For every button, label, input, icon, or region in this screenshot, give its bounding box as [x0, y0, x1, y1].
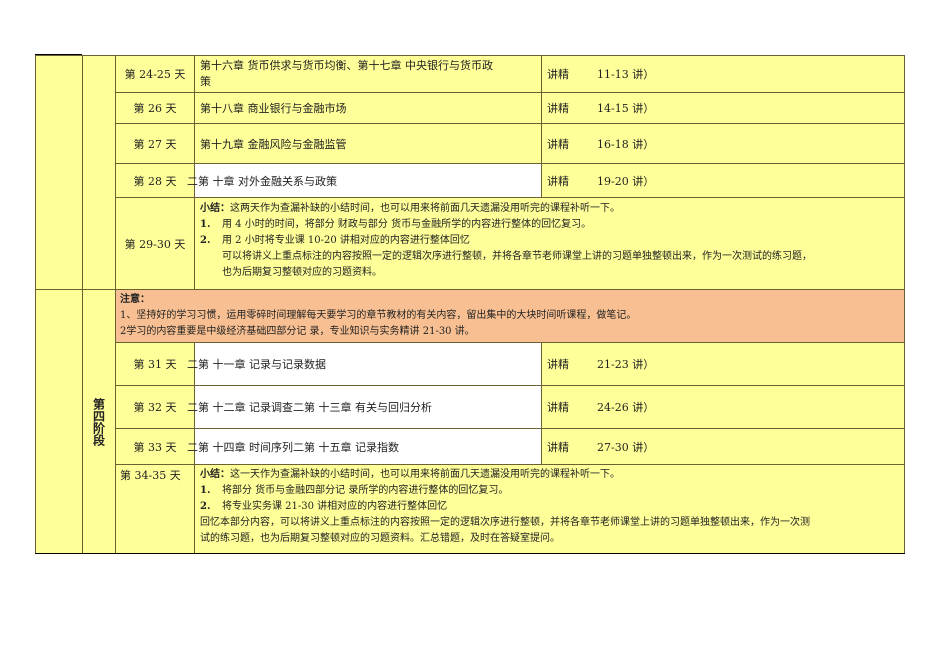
note-line: 1、坚持好的学习习惯，运用零碎时间理解每天要学习的章节教材的有关内容，留出集中的… — [120, 310, 637, 321]
topic-cell: 第十八章 商业银行与金融市场 — [194, 92, 542, 124]
summary-item: 将部分 货币与金融四部分记 录所学的内容进行整体的回忆复习。 — [222, 485, 509, 496]
stage-cell-upper — [35, 55, 83, 290]
summary-item: 将专业实务课 21-30 讲相对应的内容进行整体回忆 — [222, 501, 448, 512]
topic-text: 策 — [200, 75, 211, 88]
note-line: 2学习的内容重要是中级经济基础四部分记 录，专业知识与实务精讲 21-30 讲。 — [120, 326, 475, 337]
topic-cell: 第十六章 货币供求与货币均衡、第十七章 中央银行与货币政策 — [194, 55, 542, 93]
topic-text: 第十六章 货币供求与货币均衡、第十七章 中央银行与货币政 — [200, 59, 493, 72]
lecture-range: 16-18 讲） — [597, 137, 655, 151]
summary-detail: 试的练习题，也为后期复习整顿对应的习题资料。汇总错题，及时在答疑室提问。 — [200, 533, 560, 544]
summary-label: 小结： — [200, 469, 230, 480]
summary-label: 小结： — [200, 203, 230, 214]
lecture-label: 讲精 — [547, 68, 569, 81]
lecture-label: 讲精 — [547, 137, 569, 151]
topic-cell: 二第 十二章 记录调查二第 十三章 有关与回归分析 — [180, 385, 542, 429]
summary-cell: 小结：这两天作为查漏补缺的小结时间，也可以用来将前面几天遗漏没用听完的课程补听一… — [194, 197, 905, 290]
lecture-label: 讲精 — [547, 358, 569, 371]
lecture-cell: 讲精 19-20 讲） — [541, 163, 905, 198]
day-cell: 第 24-25 天 — [115, 55, 195, 93]
lecture-range: 14-15 讲） — [597, 102, 655, 115]
day-cell: 第 29-30 天 — [115, 197, 195, 290]
summary-intro: 这两天作为查漏补缺的小结时间，也可以用来将前面几天遗漏没用听完的课程补听一下。 — [230, 203, 620, 214]
lecture-label: 讲精 — [547, 174, 569, 188]
stage-label: 第四阶段 — [82, 289, 116, 554]
lecture-cell: 讲精 21-23 讲） — [541, 342, 905, 386]
topic-cell: 二第 十四章 时间序列二第 十五章 记录指数 — [180, 428, 542, 465]
lecture-cell: 讲精 27-30 讲） — [541, 428, 905, 465]
topic-cell: 第十九章 金融风险与金融监管 — [194, 123, 542, 164]
lecture-label: 讲精 — [547, 401, 569, 414]
lecture-cell: 讲精 24-26 讲） — [541, 385, 905, 429]
item-number: 2. — [200, 235, 211, 246]
item-number: 2. — [200, 501, 211, 512]
item-number: 1. — [200, 219, 211, 230]
lecture-range: 27-30 讲） — [597, 440, 655, 454]
document-page: { "rows":[ {"day":"第 24-25 天","topic_lin… — [0, 0, 950, 672]
day-cell: 第 27 天 — [115, 123, 195, 164]
summary-detail: 可以将讲义上重点标注的内容按照一定的逻辑次序进行整顿，并将各章节老师课堂上讲的习… — [222, 251, 812, 262]
summary-intro: 这一天作为查漏补缺的小结时间，也可以用来将前面几天遗漏没用听完的课程补听一下。 — [230, 469, 620, 480]
lecture-range: 19-20 讲） — [597, 174, 655, 188]
stage-cell-lower — [35, 289, 83, 554]
lecture-range: 24-26 讲） — [597, 401, 655, 414]
stage-subcell-upper — [82, 55, 116, 290]
summary-item: 用 2 小时将专业课 10-20 讲相对应的内容进行整体回忆 — [222, 235, 470, 246]
bottom-border — [35, 553, 905, 554]
lecture-cell: 讲精 16-18 讲） — [541, 123, 905, 164]
summary-detail: 也为后期复习整顿对应的习题资料。 — [222, 267, 382, 278]
lecture-range: 11-13 讲） — [597, 68, 655, 81]
lecture-cell: 讲精 14-15 讲） — [541, 92, 905, 124]
day-cell: 第 26 天 — [115, 92, 195, 124]
note-cell: 注意： 1、坚持好的学习习惯，运用零碎时间理解每天要学习的章节教材的有关内容，留… — [115, 289, 905, 343]
summary-detail: 回忆本部分内容，可以将讲义上重点标注的内容按照一定的逻辑次序进行整顿，并将各章节… — [200, 517, 810, 528]
note-title: 注意： — [120, 294, 150, 305]
topic-cell: 二第 十一章 记录与记录数据 — [180, 342, 542, 386]
lecture-label: 讲精 — [547, 440, 569, 454]
summary-item: 用 4 小时的时间，将部分 财政与部分 货币与金融所学的内容进行整体的回忆复习。 — [222, 219, 592, 230]
lecture-label: 讲精 — [547, 102, 569, 115]
item-number: 1. — [200, 485, 211, 496]
day-cell: 第 34-35 天 — [115, 464, 195, 554]
lecture-cell: 讲精 11-13 讲） — [541, 55, 905, 93]
summary-cell: 小结：这一天作为查漏补缺的小结时间，也可以用来将前面几天遗漏没用听完的课程补听一… — [194, 464, 905, 554]
lecture-range: 21-23 讲） — [597, 358, 655, 371]
topic-cell: 二第 十章 对外金融关系与政策 — [180, 163, 542, 198]
